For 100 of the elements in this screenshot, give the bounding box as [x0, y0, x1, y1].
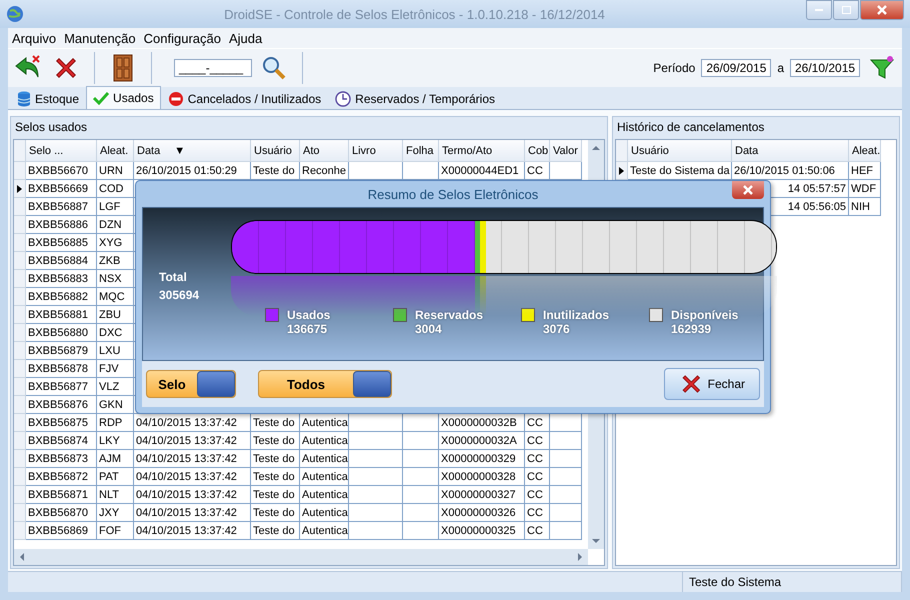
table-cell — [550, 504, 582, 522]
table-cell: BXBB56882 — [26, 288, 97, 306]
table-cell: BXBB56879 — [26, 342, 97, 360]
table-cell — [403, 432, 439, 450]
toggle-switch[interactable]: Selo — [146, 370, 236, 398]
dialog-title: Resumo de Selos Eletrônicos — [368, 186, 538, 202]
table-cell: NIH — [849, 198, 881, 216]
table-cell: Teste do — [251, 432, 300, 450]
table-cell — [403, 468, 439, 486]
table-cell: BXBB56873 — [26, 450, 97, 468]
table-cell: BXBB56886 — [26, 216, 97, 234]
clock-icon — [335, 91, 352, 107]
code-field[interactable]: ____-_____ — [174, 59, 252, 77]
grid-corner — [616, 140, 628, 162]
tab[interactable]: Reservados / Temporários — [328, 88, 502, 109]
table-cell: Teste do — [251, 486, 300, 504]
table-cell — [403, 522, 439, 540]
tab-label: Cancelados / Inutilizados — [188, 92, 322, 106]
table-cell: ZBU — [97, 306, 134, 324]
tab-label: Usados — [113, 91, 154, 105]
maximize-button[interactable] — [833, 0, 859, 20]
column-header[interactable]: Selo ... — [26, 140, 97, 162]
switch-knob[interactable] — [197, 371, 235, 397]
table-cell: COD — [97, 180, 134, 198]
table-cell: URN — [97, 162, 134, 180]
table-cell: BXBB56670 — [26, 162, 97, 180]
table-cell: MQC — [97, 288, 134, 306]
row-header[interactable] — [616, 162, 628, 180]
column-header[interactable]: Valor — [550, 140, 582, 162]
tab-label: Estoque — [35, 92, 80, 106]
horizontal-scrollbar[interactable] — [14, 549, 588, 565]
table-cell: Autentica — [300, 504, 349, 522]
table-cell: BXBB56871 — [26, 486, 97, 504]
row-header[interactable] — [14, 180, 26, 198]
minimize-icon — [815, 8, 823, 12]
table-cell — [403, 486, 439, 504]
legend-label: Inutilizados — [543, 308, 610, 322]
table-cell: XYG — [97, 234, 134, 252]
total-value: 305694 — [159, 288, 200, 302]
legend-value: 136675 — [287, 322, 328, 336]
close-button[interactable] — [860, 0, 904, 20]
table-cell: CC — [525, 522, 550, 540]
dialog-close-button[interactable] — [732, 181, 764, 199]
table-cell — [550, 450, 582, 468]
column-header[interactable]: Aleat. — [849, 140, 881, 162]
tab[interactable]: Usados — [86, 86, 161, 109]
menu-item[interactable]: Configuração — [140, 30, 225, 46]
column-header[interactable]: Termo/Ato — [439, 140, 525, 162]
column-header[interactable]: Cob — [525, 140, 550, 162]
column-header[interactable]: Ato — [300, 140, 349, 162]
table-cell: X00000000329 — [439, 450, 525, 468]
menu-item[interactable]: Manutenção — [60, 30, 140, 46]
minimize-button[interactable] — [806, 0, 832, 20]
table-cell: 04/10/2015 13:37:42 — [134, 504, 251, 522]
tab[interactable]: Cancelados / Inutilizados — [160, 88, 328, 109]
column-header[interactable]: Usuário — [628, 140, 732, 162]
toggle-switch[interactable]: Todos — [258, 370, 392, 398]
table-cell — [550, 522, 582, 540]
column-header[interactable]: Data — [732, 140, 849, 162]
table-cell: GKN — [97, 396, 134, 414]
table-cell: Teste do — [251, 522, 300, 540]
table-cell: 04/10/2015 13:37:42 — [134, 486, 251, 504]
table-cell: BXBB56887 — [26, 198, 97, 216]
check-icon — [93, 91, 110, 105]
table-cell — [550, 486, 582, 504]
column-header[interactable]: Aleat. — [97, 140, 134, 162]
column-header[interactable]: Folha — [403, 140, 439, 162]
legend-label: Reservados — [415, 308, 484, 322]
tab[interactable]: Estoque — [10, 88, 86, 109]
table-cell: BXBB56885 — [26, 234, 97, 252]
date-to-field[interactable]: 26/10/2015 — [790, 59, 860, 77]
table-cell: JXY — [97, 504, 134, 522]
legend-label: Disponíveis — [671, 308, 740, 322]
table-cell: ZKB — [97, 252, 134, 270]
table-cell: BXBB56876 — [26, 396, 97, 414]
fechar-button[interactable]: Fechar — [664, 368, 760, 400]
table-cell: DXC — [97, 324, 134, 342]
menu-item[interactable]: Ajuda — [224, 30, 266, 46]
table-cell: FOF — [97, 522, 134, 540]
table-cell: BXBB56872 — [26, 468, 97, 486]
table-cell — [349, 486, 403, 504]
switch-knob[interactable] — [353, 371, 391, 397]
column-header[interactable]: Data ▼ — [134, 140, 251, 162]
table-cell: BXBB56883 — [26, 270, 97, 288]
table-cell: DZN — [97, 216, 134, 234]
table-cell: BXBB56884 — [26, 252, 97, 270]
globe-icon — [6, 5, 24, 23]
funnel-icon — [869, 55, 895, 81]
search-icon — [261, 55, 287, 81]
table-cell — [403, 504, 439, 522]
menu-item[interactable]: Arquivo — [8, 30, 60, 46]
table-cell: Teste do — [251, 450, 300, 468]
legend-label: Usados — [287, 308, 332, 322]
column-header[interactable]: Usuário — [251, 140, 300, 162]
legend-value: 3004 — [415, 322, 443, 336]
table-cell: LXU — [97, 342, 134, 360]
table-cell: Teste do — [251, 468, 300, 486]
table-cell: BXBB56881 — [26, 306, 97, 324]
date-from-field[interactable]: 26/09/2015 — [701, 59, 772, 77]
column-header[interactable]: Livro — [349, 140, 403, 162]
